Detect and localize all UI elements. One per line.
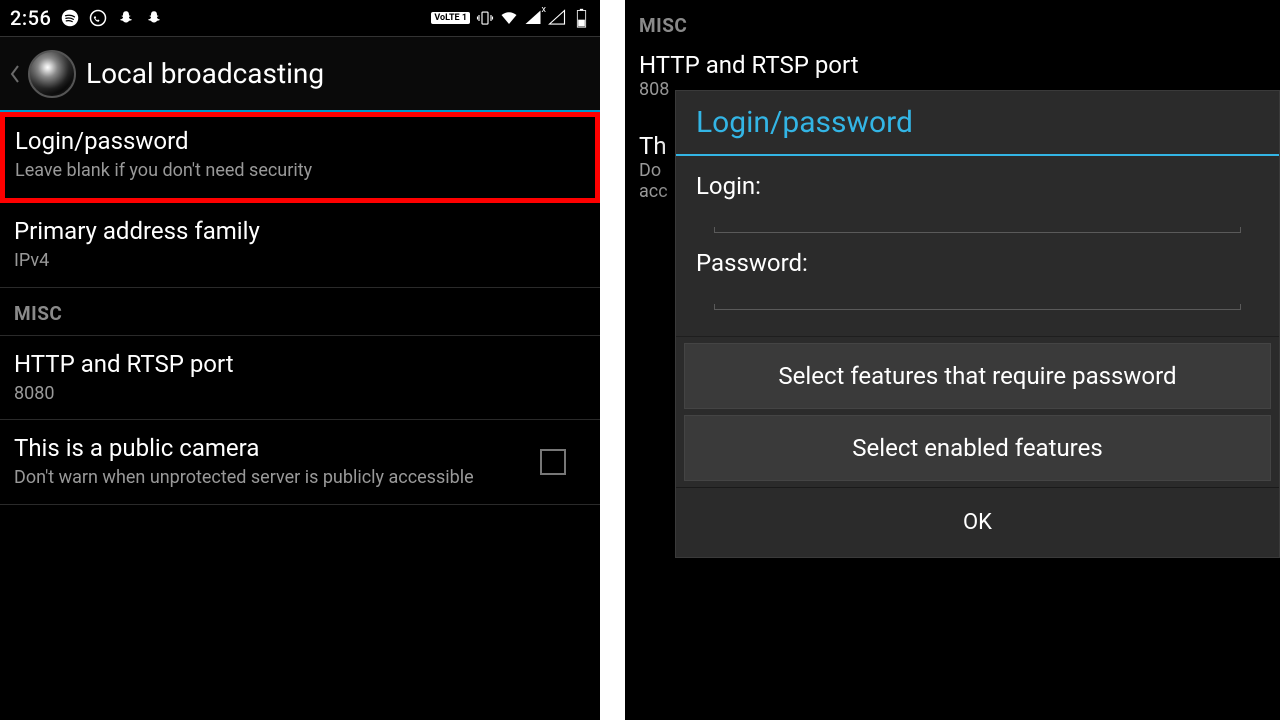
primary-address-item[interactable]: Primary address family IPv4	[0, 203, 600, 287]
item-title: This is a public camera	[14, 434, 474, 462]
battery-icon	[572, 9, 590, 27]
status-bar-right: VoLTE 1 x	[431, 9, 590, 27]
app-lens-icon	[28, 50, 76, 98]
item-subtitle: 8080	[14, 382, 586, 405]
login-input-wrap	[696, 232, 1259, 249]
login-label: Login:	[696, 172, 1259, 200]
http-port-item[interactable]: HTTP and RTSP port 8080	[0, 336, 600, 420]
screen-header[interactable]: Local broadcasting	[0, 36, 600, 112]
item-title: HTTP and RTSP port	[14, 350, 586, 378]
signal-icon: x	[524, 9, 542, 27]
spotify-icon	[61, 9, 79, 27]
select-features-password-button[interactable]: Select features that require password	[684, 343, 1271, 409]
divider	[676, 336, 1279, 337]
settings-screen-right: MISC HTTP and RTSP port 808 Th Do acc Lo…	[625, 0, 1280, 720]
item-text: This is a public camera Don't warn when …	[14, 434, 474, 489]
vibrate-icon	[476, 9, 494, 27]
panel-gap	[600, 0, 625, 720]
login-password-dialog: Login/password Login: Password: Select f…	[675, 90, 1280, 558]
item-subtitle: IPv4	[14, 249, 586, 272]
item-title: Primary address family	[14, 217, 586, 245]
item-subtitle: Leave blank if you don't need security	[15, 159, 585, 182]
password-input[interactable]	[714, 309, 1241, 310]
whatsapp-icon	[89, 9, 107, 27]
status-bar: 2:56 VoLTE 1 x	[0, 0, 600, 36]
public-camera-checkbox[interactable]	[540, 449, 566, 475]
public-camera-item[interactable]: This is a public camera Don't warn when …	[0, 420, 600, 504]
volte-badge: VoLTE 1	[431, 12, 470, 24]
item-title: HTTP and RTSP port	[639, 51, 1266, 79]
misc-section-header: MISC	[0, 288, 600, 336]
select-enabled-features-button[interactable]: Select enabled features	[684, 415, 1271, 481]
status-bar-left: 2:56	[10, 6, 163, 30]
clock: 2:56	[10, 6, 51, 30]
misc-section-header: MISC	[625, 0, 1280, 47]
login-password-item[interactable]: Login/password Leave blank if you don't …	[0, 112, 600, 203]
back-icon[interactable]	[6, 50, 24, 98]
settings-screen-left: 2:56 VoLTE 1 x	[0, 0, 600, 720]
signal-empty-icon	[548, 9, 566, 27]
snapchat-icon-2	[145, 9, 163, 27]
password-input-wrap	[696, 309, 1259, 326]
wifi-icon	[500, 9, 518, 27]
item-title: Login/password	[15, 127, 585, 155]
password-label: Password:	[696, 249, 1259, 277]
dialog-body: Login: Password:	[676, 156, 1279, 336]
header-title: Local broadcasting	[86, 57, 324, 90]
item-subtitle: Don't warn when unprotected server is pu…	[14, 466, 474, 489]
ok-button[interactable]: OK	[676, 487, 1279, 557]
login-input[interactable]	[714, 232, 1241, 233]
snapchat-icon	[117, 9, 135, 27]
dialog-title: Login/password	[676, 91, 1279, 156]
